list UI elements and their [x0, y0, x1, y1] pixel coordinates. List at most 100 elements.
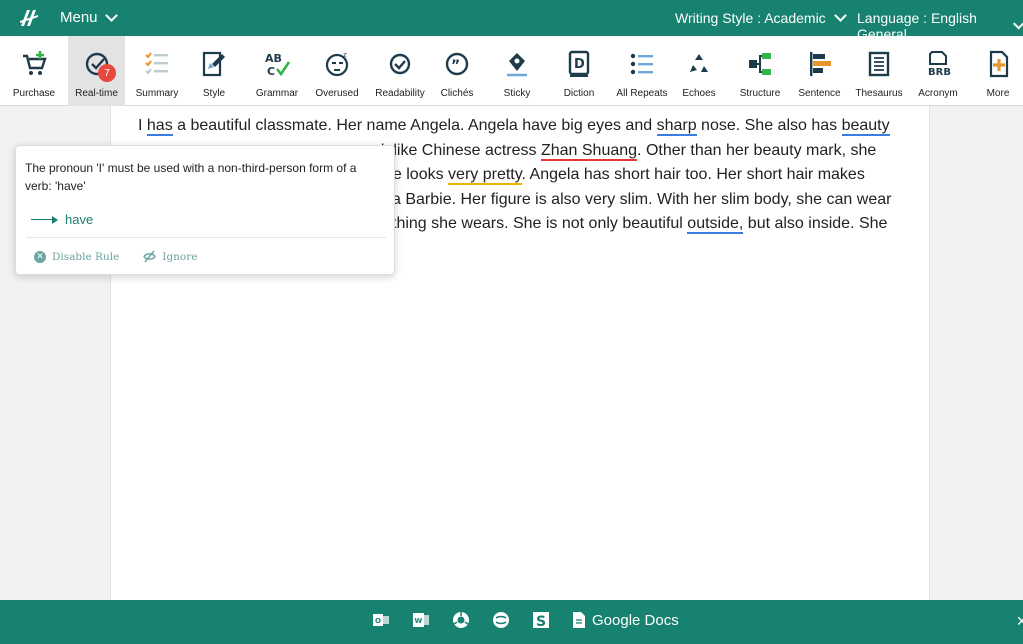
chrome-icon[interactable] — [452, 611, 470, 629]
tool-overused[interactable]: z Overused — [312, 36, 362, 106]
scrivener-icon[interactable]: S — [532, 611, 550, 629]
eye-slash-icon — [143, 250, 157, 263]
tool-structure[interactable]: Structure — [735, 36, 785, 106]
chevron-down-icon — [1013, 17, 1023, 30]
integrations-bar: O W S Google Docs ✕ — [0, 600, 1023, 644]
writing-style-dropdown[interactable]: Writing Style : Academic — [675, 9, 847, 26]
svg-text:C: C — [267, 65, 275, 78]
outlook-icon[interactable]: O — [372, 611, 390, 629]
disable-rule-button[interactable]: ✕ Disable Rule — [34, 250, 119, 263]
style-pen-icon — [198, 48, 230, 80]
tool-cliches[interactable]: ” Clichés — [437, 36, 477, 106]
ignore-label: Ignore — [162, 250, 198, 263]
tool-label: Echoes — [682, 88, 716, 99]
spelling-issue-zhan-shuang[interactable]: Zhan Shuang — [540, 141, 638, 161]
chevron-down-icon — [104, 8, 118, 22]
quote-bubble-icon: ” — [441, 48, 473, 80]
suggestion-message: The pronoun 'I' must be used with a non-… — [25, 161, 357, 193]
svg-text:S: S — [536, 614, 546, 629]
grammar-issue-beauty[interactable]: beauty — [841, 117, 890, 136]
tool-label: All Repeats — [616, 88, 668, 99]
cart-icon — [18, 48, 50, 80]
plus-doc-icon — [982, 48, 1014, 80]
tool-diction[interactable]: D Diction — [556, 36, 602, 106]
google-docs-icon — [573, 612, 585, 628]
svg-text:”: ” — [451, 58, 460, 74]
google-docs-button[interactable]: Google Docs — [572, 611, 679, 629]
menu-label: Menu — [60, 9, 98, 26]
tool-acronym[interactable]: BRB Acronym — [913, 36, 963, 106]
tool-purchase[interactable]: Purchase — [5, 36, 63, 106]
tool-thesaurus[interactable]: Thesaurus — [854, 36, 904, 106]
tool-readability[interactable]: Readability — [370, 36, 430, 106]
tool-echoes[interactable]: Echoes — [679, 36, 719, 106]
tool-label: Readability — [375, 88, 425, 99]
menu-button[interactable]: Menu — [60, 8, 118, 26]
integration-icons: O W S Google Docs — [372, 611, 679, 629]
writing-style-label: Writing Style : Academic — [675, 10, 826, 26]
grammar-issue-sharp[interactable]: sharp — [656, 117, 697, 136]
issue-count-badge: 7 — [98, 64, 116, 82]
report-toolbar: Purchase 7 Real-time Summary Style AB C G… — [0, 36, 1023, 106]
tool-label: Structure — [739, 88, 781, 99]
d-book-icon: D — [563, 48, 595, 80]
tool-all-repeats[interactable]: All Repeats — [612, 36, 672, 106]
google-docs-label: Google Docs — [592, 611, 679, 629]
svg-text:AB: AB — [265, 52, 282, 65]
tool-sticky[interactable]: Sticky — [497, 36, 537, 106]
structure-icon — [744, 48, 776, 80]
tool-label: Diction — [563, 88, 595, 99]
svg-text:O: O — [375, 617, 381, 625]
tool-label: Real-time — [75, 88, 118, 99]
tool-summary[interactable]: Summary — [131, 36, 183, 106]
abc-check-icon: AB C — [261, 48, 293, 80]
tool-label: Grammar — [255, 88, 299, 99]
tool-label: Thesaurus — [855, 88, 903, 99]
tool-real-time[interactable]: 7 Real-time — [68, 36, 125, 106]
arrow-right-icon — [31, 216, 58, 223]
tool-label: Sticky — [503, 88, 531, 99]
divider — [26, 237, 386, 238]
chevron-down-icon — [833, 9, 847, 22]
suggestion-text: have — [65, 212, 94, 227]
bullet-list-icon — [626, 48, 658, 80]
list-check-icon — [141, 48, 173, 80]
top-bar: Menu Writing Style : Academic Language :… — [0, 0, 1023, 42]
sleepy-face-icon: z — [321, 48, 353, 80]
suggestion-replacement[interactable]: have — [31, 212, 93, 227]
tool-label: Clichés — [440, 88, 474, 99]
grammar-issue-outside[interactable]: outside, — [687, 215, 744, 234]
svg-text:W: W — [415, 617, 423, 625]
ignore-button[interactable]: Ignore — [143, 250, 197, 263]
brb-doc-icon: BRB — [922, 48, 954, 80]
tool-label: Purchase — [12, 88, 56, 99]
prowritingaid-logo-icon[interactable] — [18, 7, 40, 29]
tool-label: Acronym — [918, 88, 958, 99]
tool-label: More — [986, 88, 1010, 99]
tool-label: Overused — [315, 88, 359, 99]
grammar-issue-has[interactable]: has — [146, 117, 173, 136]
pen-nib-icon — [501, 48, 533, 80]
close-circle-icon: ✕ — [34, 250, 46, 263]
tool-sentence[interactable]: Sentence — [797, 36, 842, 106]
suggestion-actions: ✕ Disable Rule Ignore — [34, 250, 197, 263]
word-icon[interactable]: W — [412, 611, 430, 629]
disable-rule-label: Disable Rule — [52, 250, 120, 263]
suggestion-popover: The pronoun 'I' must be used with a non-… — [15, 145, 395, 275]
tool-label: Sentence — [798, 88, 841, 99]
tool-style[interactable]: Style — [190, 36, 238, 106]
recycle-icon — [683, 48, 715, 80]
tool-grammar[interactable]: AB C Grammar — [252, 36, 302, 106]
tool-more[interactable]: More — [977, 36, 1019, 106]
tool-label: Summary — [135, 88, 179, 99]
firefox-icon[interactable] — [492, 611, 510, 629]
svg-text:z: z — [343, 51, 347, 59]
style-issue-very-pretty[interactable]: very pretty — [448, 166, 522, 185]
eye-icon — [384, 48, 416, 80]
text-line: I has a beautiful classmate. Her name An… — [138, 117, 890, 136]
close-icon[interactable]: ✕ — [1016, 613, 1023, 630]
book-icon — [863, 48, 895, 80]
sentence-bars-icon — [804, 48, 836, 80]
svg-text:BRB: BRB — [928, 67, 951, 78]
svg-text:D: D — [574, 57, 585, 72]
